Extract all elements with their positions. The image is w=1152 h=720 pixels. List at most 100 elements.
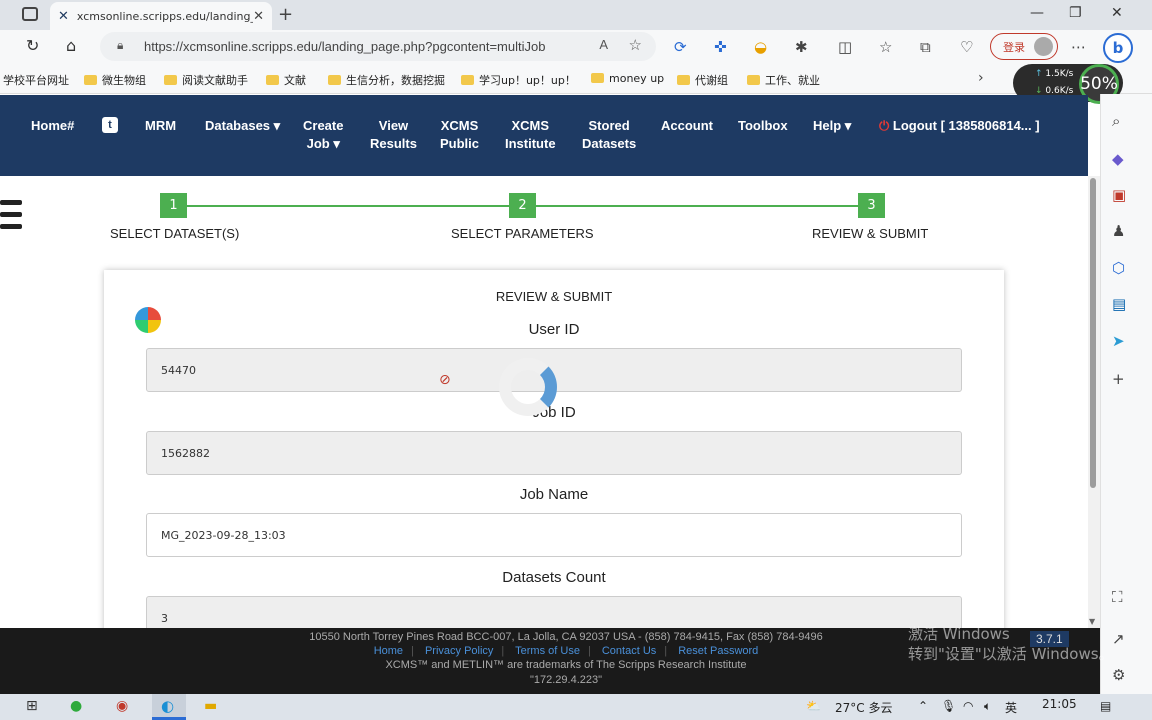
browser-sidebar: ⌕ ◆ ▣ ♟ ⬡ ▤ ➤ + ⛶ ↗ ⚙ <box>1100 94 1152 694</box>
nav-view-results[interactable]: View Results <box>370 117 417 153</box>
nav-xcms-institute[interactable]: XCMS Institute <box>505 117 556 153</box>
step-2-badge[interactable]: 2 <box>509 193 536 218</box>
nav-label: View <box>378 118 409 133</box>
ime-indicator[interactable]: 英 <box>1005 699 1017 716</box>
extension-color-icon[interactable]: ◒ <box>754 38 767 56</box>
bookmark-folder[interactable]: 学习up！up！up！ <box>461 72 576 88</box>
clock-time[interactable]: 21:05 <box>1042 697 1077 711</box>
scrollbar-thumb[interactable] <box>1090 178 1096 488</box>
screenshot-icon[interactable]: ⛶ <box>1112 588 1123 606</box>
hamburger-menu-icon[interactable] <box>0 200 22 236</box>
page-scrollbar[interactable]: ▼ <box>1088 176 1100 628</box>
home-icon[interactable]: ⌂ <box>66 36 76 55</box>
collections-icon[interactable]: ⧉ <box>920 38 931 56</box>
job-name-input[interactable]: MG_2023-09-28_13:03 <box>146 513 962 557</box>
toolbox-icon[interactable]: ▣ <box>1112 186 1126 204</box>
translate-icon[interactable]: ⟳ <box>674 38 687 56</box>
nav-databases[interactable]: Databases ▾ <box>205 117 280 135</box>
bookmark-folder[interactable]: 工作、就业 <box>747 72 820 88</box>
new-tab-icon[interactable]: + <box>278 4 293 25</box>
twitter-icon[interactable]: t <box>102 117 118 133</box>
refresh-icon[interactable]: ↻ <box>26 36 39 55</box>
nav-account[interactable]: Account <box>661 117 713 135</box>
avatar <box>1034 37 1053 56</box>
footer-link-terms[interactable]: Terms of Use <box>515 645 580 657</box>
close-window-icon[interactable]: ✕ <box>1111 5 1123 21</box>
favorite-star-icon[interactable]: ☆ <box>629 36 642 54</box>
restore-icon[interactable]: ❐ <box>1069 5 1082 21</box>
extensions-puzzle-icon[interactable]: ✱ <box>795 38 808 56</box>
nav-xcms-public[interactable]: XCMS Public <box>440 117 479 153</box>
footer-link-home[interactable]: Home <box>374 645 403 657</box>
bookmark-label: 文献 <box>284 74 306 87</box>
nav-stored-datasets[interactable]: Stored Datasets <box>582 117 636 153</box>
wechat-icon[interactable]: ● <box>70 698 82 714</box>
split-screen-icon[interactable]: ◫ <box>838 38 852 56</box>
file-explorer-icon[interactable]: ▬ <box>204 698 217 714</box>
nav-label: Results <box>370 136 417 151</box>
games-icon[interactable]: ♟ <box>1112 222 1125 240</box>
favorites-icon[interactable]: ☆ <box>879 38 892 56</box>
step-connector <box>186 205 509 207</box>
login-label: 登录 <box>1003 40 1025 54</box>
nav-logout[interactable]: ⏻ Logout [ 1385806814... ] <box>879 117 1040 135</box>
upload-speed: ↑ 1.5K/s <box>1035 69 1073 79</box>
bookmark-item[interactable]: 学校平台网址 <box>3 72 69 88</box>
bookmark-folder[interactable]: 代谢组 <box>677 72 728 88</box>
bookmark-label: 生信分析，数据挖掘 <box>346 74 445 87</box>
tray-expand-icon[interactable]: ⌃ <box>918 699 928 713</box>
power-icon: ⏻ <box>879 118 890 133</box>
nav-help[interactable]: Help ▾ <box>813 117 851 135</box>
search-icon[interactable]: ⌕ <box>1112 112 1120 130</box>
more-menu-icon[interactable]: ⋯ <box>1071 38 1086 56</box>
microphone-icon[interactable]: 🎙︎ <box>941 699 956 713</box>
footer-link-contact[interactable]: Contact Us <box>602 645 656 657</box>
app-circle-icon[interactable]: ◉ <box>116 698 128 714</box>
close-tab-icon[interactable]: ✕ <box>253 9 264 24</box>
outlook-icon[interactable]: ▤ <box>1112 295 1126 313</box>
step-3-badge[interactable]: 3 <box>858 193 885 218</box>
windows-taskbar: ⊞ ● ◉ ◐ ▬ ⛅ 27°C 多云 ⌃ 🎙︎ ◠ 🔈︎ 英 21:05 ▤ <box>0 694 1152 720</box>
notification-icon[interactable]: ▤ <box>1100 699 1111 713</box>
step-1-badge[interactable]: 1 <box>160 193 187 218</box>
address-bar[interactable]: 🔒︎ https://xcmsonline.scripps.edu/landin… <box>100 32 656 61</box>
bookmark-folder[interactable]: 微生物组 <box>84 72 146 88</box>
datasets-count-label: Datasets Count <box>502 569 606 586</box>
chevron-right-icon[interactable]: › <box>978 70 984 86</box>
step-2-label: SELECT PARAMETERS <box>451 226 594 241</box>
add-sidebar-icon[interactable]: + <box>1112 370 1125 388</box>
office-icon[interactable]: ⬡ <box>1112 259 1125 277</box>
volume-icon[interactable]: 🔈︎ <box>984 699 991 714</box>
bookmark-folder[interactable]: 生信分析，数据挖掘 <box>328 72 445 88</box>
lock-icon[interactable]: 🔒︎ <box>117 38 123 53</box>
footer-link-reset-password[interactable]: Reset Password <box>678 645 758 657</box>
shopping-tag-icon[interactable]: ◆ <box>1112 150 1124 168</box>
tab-actions-icon[interactable] <box>22 7 38 21</box>
bookmark-folder[interactable]: 文献 <box>266 72 306 88</box>
wifi-icon[interactable]: ◠ <box>963 699 973 713</box>
loading-spinner <box>499 358 557 416</box>
nav-mrm[interactable]: MRM <box>145 117 176 135</box>
weather-text[interactable]: 27°C 多云 <box>835 699 892 716</box>
nav-toolbox[interactable]: Toolbox <box>738 117 788 135</box>
bookmark-folder[interactable]: 阅读文献助手 <box>164 72 248 88</box>
minimize-icon[interactable]: — <box>1030 5 1044 21</box>
send-icon[interactable]: ➤ <box>1112 332 1125 350</box>
browser-tab[interactable]: ✕ xcmsonline.scripps.edu/landing_p ✕ <box>50 2 272 30</box>
footer-link-privacy[interactable]: Privacy Policy <box>425 645 493 657</box>
read-aloud-icon[interactable]: A <box>599 37 608 52</box>
edge-taskbar-button[interactable]: ◐ <box>152 694 186 720</box>
browser-essentials-icon[interactable]: ♡ <box>960 38 973 56</box>
nav-label: Create <box>303 118 344 133</box>
login-button[interactable]: 登录 <box>990 33 1058 60</box>
weather-icon[interactable]: ⛅ <box>806 699 821 713</box>
bing-copilot-icon[interactable]: b <box>1103 33 1133 63</box>
extension-plus-icon[interactable]: ✜ <box>714 38 727 56</box>
task-view-icon[interactable]: ⊞ <box>26 698 38 714</box>
nav-create-job[interactable]: Create Job ▾ <box>303 117 343 153</box>
nav-home[interactable]: Home# <box>31 117 74 135</box>
step-connector <box>535 205 858 207</box>
user-id-value: 54470 <box>161 363 196 377</box>
job-name-label: Job Name <box>519 486 589 503</box>
bookmark-folder[interactable]: money up <box>591 72 664 85</box>
